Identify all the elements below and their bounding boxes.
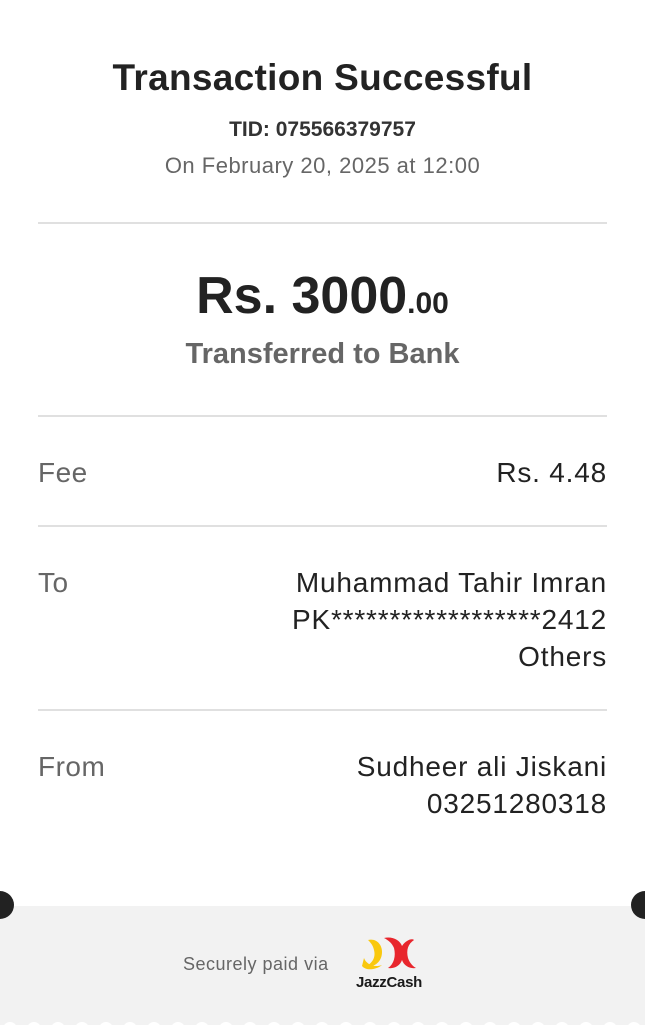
transaction-receipt: Transaction Successful TID: 075566379757… [0, 0, 645, 1025]
scalloped-edge [4, 1022, 640, 1025]
sender-details: Sudheer ali Jiskani 03251280318 [357, 748, 607, 822]
amount-main: Rs. 3000 [196, 267, 408, 325]
sender-number: 03251280318 [426, 788, 607, 819]
fee-amount: Rs. 4.48 [496, 457, 607, 488]
divider [38, 709, 607, 711]
jazzcash-logo-icon [362, 937, 416, 970]
recipient-details: Muhammad Tahir Imran PK*****************… [292, 564, 607, 675]
fee-label: Fee [38, 457, 88, 488]
to-label: To [38, 567, 69, 598]
sender-name: Sudheer ali Jiskani [356, 751, 607, 782]
transaction-amount: Rs. 3000.00 [0, 260, 645, 332]
divider [38, 222, 607, 224]
amount-block: Rs. 3000.00 Transferred to Bank [0, 260, 645, 374]
recipient-account: PK******************2412 [292, 604, 607, 635]
page-title: Transaction Successful [112, 57, 533, 98]
amount-cents: .00 [407, 287, 449, 320]
divider [38, 415, 607, 417]
divider [38, 525, 607, 527]
brand-name: JazzCash [356, 974, 422, 991]
paid-via-text: Securely paid via [183, 954, 329, 974]
jazzcash-logo: JazzCash [352, 934, 426, 994]
from-label: From [38, 751, 106, 782]
fee-value: Rs. 4.48 [496, 454, 607, 491]
recipient-bank: Others [518, 641, 607, 672]
transfer-type: Transferred to Bank [185, 338, 460, 370]
receipt-footer: Securely paid via JazzCash [0, 906, 645, 1025]
transaction-date: On February 20, 2025 at 12:00 [164, 153, 481, 178]
recipient-name: Muhammad Tahir Imran [295, 567, 607, 598]
receipt-header: Transaction Successful TID: 075566379757… [0, 52, 645, 184]
